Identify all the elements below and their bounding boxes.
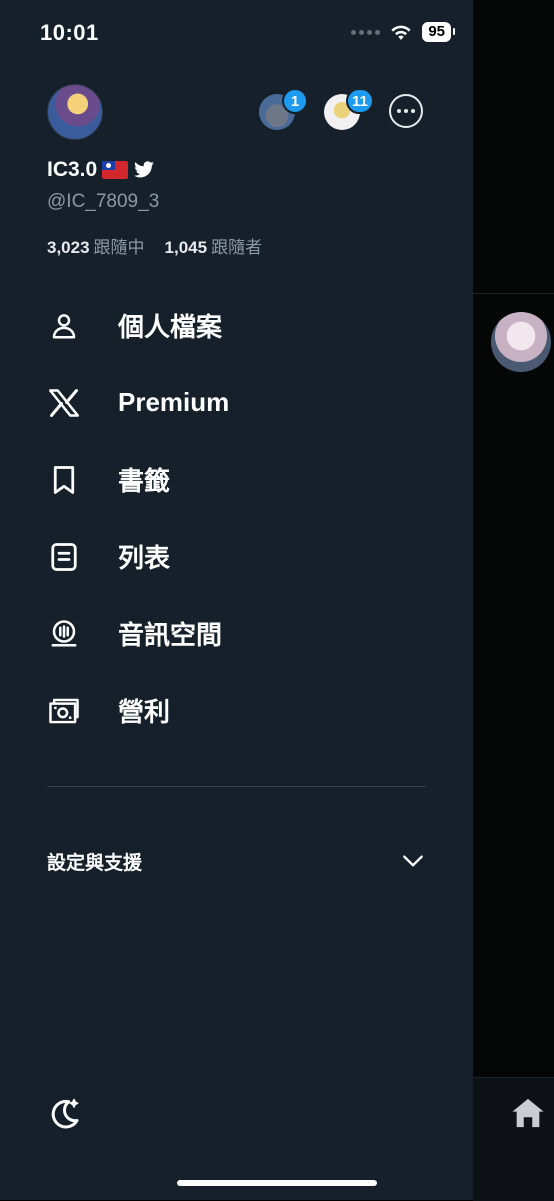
menu-item-premium[interactable]: Premium <box>0 364 473 441</box>
status-time: 10:01 <box>40 20 99 45</box>
following-count: 3,023 <box>47 238 90 257</box>
profile-avatar[interactable] <box>47 84 103 140</box>
settings-support-toggle[interactable]: 設定與支援 <box>47 840 426 882</box>
signal-icon <box>351 29 381 35</box>
taiwan-flag-icon <box>102 161 129 179</box>
followers-link[interactable]: 1,045 跟隨者 <box>165 233 263 258</box>
drawer-backdrop[interactable] <box>473 0 554 1201</box>
status-icons: 95 <box>351 22 455 42</box>
person-icon <box>48 310 80 342</box>
drawer-menu: 個人檔案 Premium 書籤 列表 音訊空間 營利 <box>0 287 473 749</box>
followers-label: 跟隨者 <box>211 238 263 257</box>
more-accounts-button[interactable] <box>389 94 423 128</box>
following-link[interactable]: 3,023 跟隨中 <box>47 233 145 258</box>
display-name[interactable]: IC3.0 <box>47 158 155 182</box>
menu-item-profile[interactable]: 個人檔案 <box>0 287 473 364</box>
timeline-avatar <box>491 312 551 372</box>
menu-item-label: 列表 <box>118 543 171 573</box>
more-icon <box>397 109 401 113</box>
battery-indicator: 95 <box>422 22 455 42</box>
display-name-text: IC3.0 <box>47 158 98 181</box>
navigation-drawer: 10:01 95 1 11 IC3.0 @IC_7809_3 3,023 跟隨中 … <box>0 0 473 1200</box>
bird-icon <box>134 161 155 178</box>
home-indicator <box>177 1180 377 1186</box>
chevron-down-icon <box>403 855 423 867</box>
menu-item-bookmarks[interactable]: 書籤 <box>0 441 473 518</box>
menu-item-lists[interactable]: 列表 <box>0 518 473 595</box>
timeline-divider <box>473 293 554 294</box>
menu-item-label: 營利 <box>118 697 171 727</box>
menu-item-spaces[interactable]: 音訊空間 <box>0 595 473 672</box>
dark-mode-icon[interactable] <box>47 1095 83 1131</box>
following-label: 跟隨中 <box>93 238 145 257</box>
followers-count: 1,045 <box>164 238 208 257</box>
menu-item-label: 個人檔案 <box>118 312 223 342</box>
follow-stats: 3,023 跟隨中 1,045 跟隨者 <box>47 233 262 258</box>
profile-handle: @IC_7809_3 <box>47 191 160 212</box>
menu-item-label: 書籤 <box>118 466 171 496</box>
list-icon <box>48 541 80 573</box>
settings-support-label: 設定與支援 <box>47 852 143 874</box>
x-logo-icon <box>48 387 80 419</box>
menu-item-label: Premium <box>118 387 230 417</box>
notification-badge: 11 <box>346 88 374 114</box>
monetization-icon <box>48 695 80 727</box>
bookmark-icon <box>48 464 80 496</box>
bottom-tab-bar <box>473 1077 554 1201</box>
spaces-icon <box>48 618 80 650</box>
menu-divider <box>47 786 426 787</box>
notification-badge: 1 <box>282 88 308 114</box>
wifi-icon <box>391 25 411 40</box>
home-icon[interactable] <box>511 1096 545 1130</box>
menu-item-monetization[interactable]: 營利 <box>0 672 473 749</box>
menu-item-label: 音訊空間 <box>118 620 223 650</box>
